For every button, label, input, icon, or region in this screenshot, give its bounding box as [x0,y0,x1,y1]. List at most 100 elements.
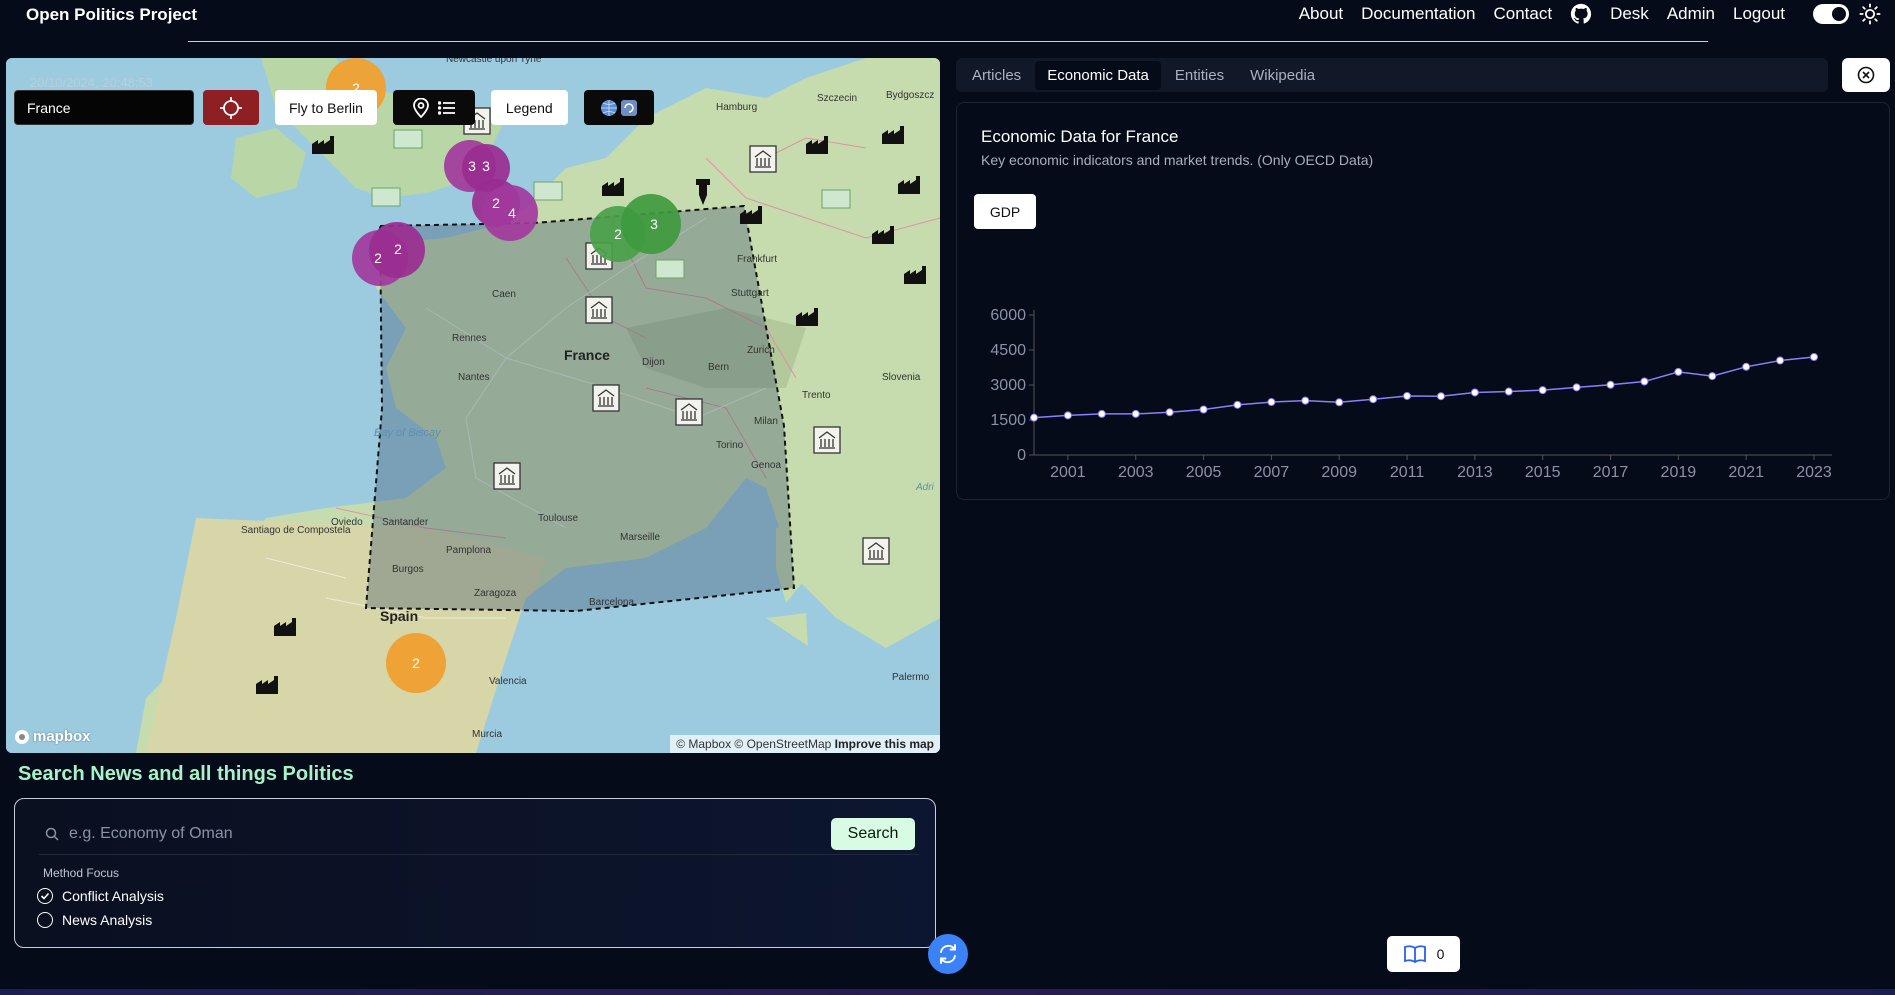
rotate-icon [620,99,637,116]
cluster-count[interactable]: 2 [394,241,402,257]
reading-list-button[interactable]: 0 [1387,936,1460,972]
tab-entities[interactable]: Entities [1163,61,1236,90]
nav-about[interactable]: About [1299,4,1343,24]
data-point[interactable] [1030,413,1038,422]
data-point[interactable] [1742,362,1751,371]
radio-checked-icon[interactable] [37,888,53,904]
option-conflict-analysis[interactable]: Conflict Analysis [37,888,164,904]
locate-button[interactable] [203,90,259,125]
option-news-analysis[interactable]: News Analysis [37,912,152,928]
data-point[interactable] [1131,409,1140,418]
data-point[interactable] [1403,391,1412,400]
mapbox-logo-text: mapbox [33,728,91,745]
fly-to-berlin-button[interactable]: Fly to Berlin [275,90,377,125]
search-panel: Search Method Focus Conflict Analysis Ne… [14,798,936,948]
data-point[interactable] [1810,353,1818,361]
cluster-count[interactable]: 3 [650,216,658,232]
brand-title[interactable]: Open Politics Project [26,5,197,25]
map-view[interactable]: Newcastle upon Tyne Hamburg Szczecin Byd… [6,58,940,753]
theme-toggle[interactable] [1813,4,1849,24]
sun-icon[interactable] [1859,3,1881,25]
x-tick-label: 2001 [1050,464,1086,479]
data-point[interactable] [1776,356,1785,365]
gdp-button[interactable]: GDP [974,194,1036,229]
cluster-count[interactable]: 3 [482,158,490,174]
data-point[interactable] [1199,405,1208,414]
book-open-icon [1403,945,1426,964]
data-point[interactable] [1470,388,1479,397]
data-point[interactable] [1335,398,1344,407]
nav-logout[interactable]: Logout [1733,4,1785,24]
data-point[interactable] [1572,383,1581,392]
y-tick-label: 6000 [990,307,1026,324]
nav-admin[interactable]: Admin [1667,4,1715,24]
tab-economic-data[interactable]: Economic Data [1035,60,1161,90]
github-icon[interactable] [1570,3,1592,25]
data-point[interactable] [1165,408,1174,417]
reading-count: 0 [1436,946,1445,962]
mapbox-icon [15,729,29,744]
cluster-count[interactable]: 2 [614,226,622,242]
data-point[interactable] [1267,398,1276,407]
nav-documentation[interactable]: Documentation [1361,4,1475,24]
cluster-count[interactable]: 2 [492,195,500,211]
legend-button[interactable]: Legend [490,90,568,125]
place-label: Newcastle upon Tyne [446,58,542,65]
map-datetime: 20/10/2024, 20:48:53 [30,75,153,90]
data-point[interactable] [1708,372,1717,381]
data-point[interactable] [1606,380,1615,389]
data-point[interactable] [1436,392,1445,401]
globe-view-button[interactable] [583,90,654,125]
data-point[interactable] [1674,367,1683,376]
cluster-count[interactable]: 3 [468,158,476,174]
option-label: Conflict Analysis [62,888,164,904]
markers-list-button[interactable] [392,90,475,125]
x-tick-label: 2015 [1525,464,1561,479]
place-label: Dijon [642,357,665,368]
x-tick-label: 2017 [1593,464,1629,479]
country-search-input[interactable] [14,90,194,125]
building-marker [675,398,703,426]
radio-unchecked-icon[interactable] [37,912,53,928]
cluster-count[interactable]: 4 [508,205,516,221]
nav-contact[interactable]: Contact [1493,4,1552,24]
top-nav: Open Politics Project About Documentatio… [0,0,1895,30]
method-focus-label: Method Focus [43,866,120,880]
place-label: Hamburg [716,102,757,113]
nav-desk[interactable]: Desk [1610,4,1649,24]
tab-articles[interactable]: Articles [960,61,1033,90]
series-line-gdp [1033,356,1815,419]
place-label: Nantes [458,372,490,383]
data-point[interactable] [1063,411,1072,420]
cluster-count[interactable]: 2 [412,655,420,671]
data-point[interactable] [1369,395,1378,404]
money-marker [821,189,851,209]
building-marker [813,426,841,454]
data-point[interactable] [1640,377,1649,386]
search-icon [45,827,59,841]
place-label: Spain [380,608,418,624]
x-tick-label: 2021 [1728,464,1764,479]
map-pin-icon [413,97,429,118]
attribution-text[interactable]: © Mapbox © OpenStreetMap [676,737,831,751]
place-label: Toulouse [538,513,578,524]
x-tick-label: 2011 [1390,464,1425,479]
improve-map-link[interactable]: Improve this map [835,737,934,751]
tab-wikipedia[interactable]: Wikipedia [1238,61,1327,90]
map-canvas[interactable]: Newcastle upon Tyne Hamburg Szczecin Byd… [6,58,940,753]
data-point[interactable] [1097,409,1106,418]
refresh-button[interactable] [928,934,968,974]
data-point[interactable] [1504,387,1513,396]
close-panel-button[interactable] [1842,58,1890,92]
search-input[interactable] [69,824,831,843]
cluster-count[interactable]: 2 [374,250,382,266]
data-point[interactable] [1301,396,1310,405]
data-point[interactable] [1233,400,1242,409]
nav-divider [188,41,1708,42]
mapbox-logo[interactable]: mapbox [14,728,91,745]
data-point[interactable] [1538,386,1547,395]
place-label: Bern [708,362,729,373]
x-tick-label: 2023 [1796,464,1832,479]
search-button[interactable]: Search [831,817,915,850]
place-label: Murcia [472,729,502,740]
